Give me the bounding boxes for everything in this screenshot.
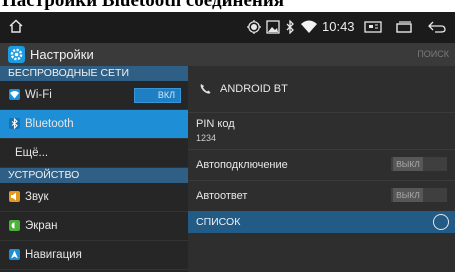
auto-connect-switch-label: ВЫКЛ — [393, 157, 423, 171]
auto-answer-switch[interactable]: ВЫКЛ — [391, 188, 447, 202]
device-list-label: СПИСОК — [196, 216, 241, 228]
section-header-device: УСТРОЙСТВО — [0, 168, 188, 183]
recent-apps-icon[interactable] — [395, 20, 413, 34]
sidebar-item-navigation[interactable]: Навигация — [0, 241, 188, 270]
sidebar-item-more[interactable]: Ещё... — [0, 139, 188, 168]
phone-icon — [200, 84, 211, 94]
sidebar-item-bluetooth[interactable]: Bluetooth — [0, 110, 188, 139]
sidebar-item-wifi[interactable]: Wi-Fi ВКЛ — [0, 81, 188, 110]
pin-value: 1234 — [196, 133, 217, 143]
wifi-toggle-label: ВКЛ — [157, 90, 175, 100]
bluetooth-icon — [9, 117, 20, 130]
sidebar-item-label: Ещё... — [15, 147, 49, 159]
device-name-row[interactable]: ANDROID BT — [188, 66, 455, 113]
wifi-icon — [9, 89, 20, 100]
sidebar-item-label: Звук — [25, 191, 49, 203]
page-caption: Настройки Bluetooth соединения — [0, 0, 455, 12]
section-header-label: УСТРОЙСТВО — [8, 169, 80, 181]
caption-text: Настройки Bluetooth соединения — [2, 0, 285, 11]
scan-spinner-icon[interactable] — [433, 214, 449, 230]
auto-answer-switch-label: ВЫКЛ — [393, 188, 423, 202]
title-bar: Настройки ПОИСК — [0, 43, 455, 66]
sound-icon — [9, 191, 20, 202]
device-name: ANDROID BT — [220, 83, 288, 95]
auto-connect-row[interactable]: Автоподключение ВЫКЛ — [188, 149, 455, 181]
sidebar-item-label: Экран — [25, 220, 58, 232]
device-list-header[interactable]: СПИСОК — [188, 211, 455, 233]
gallery-icon — [266, 20, 280, 34]
search-button[interactable]: ПОИСК — [417, 49, 449, 59]
status-bar: 10:43 — [0, 12, 455, 43]
pin-label: PIN код — [196, 118, 235, 130]
auto-connect-label: Автоподключение — [196, 159, 288, 171]
display-icon — [9, 220, 20, 231]
sidebar-item-label: Bluetooth — [25, 118, 74, 130]
settings-sidebar: БЕСПРОВОДНЫЕ СЕТИ Wi-Fi ВКЛ Bluetooth Ещ… — [0, 66, 188, 272]
sidebar-item-sound[interactable]: Звук — [0, 183, 188, 212]
wifi-toggle[interactable]: ВКЛ — [134, 88, 181, 103]
auto-answer-row[interactable]: Автоответ ВЫКЛ — [188, 180, 455, 211]
pin-row[interactable]: PIN код 1234 — [188, 112, 455, 150]
sidebar-item-label: Навигация — [25, 249, 82, 261]
status-time: 10:43 — [322, 19, 355, 34]
home-icon[interactable] — [8, 18, 24, 34]
sidebar-item-label: Wi-Fi — [25, 89, 52, 101]
page-title: Настройки — [30, 47, 94, 62]
navigation-icon — [9, 249, 20, 260]
location-icon — [247, 20, 261, 34]
back-icon[interactable] — [427, 20, 447, 34]
bluetooth-settings-panel: ANDROID BT PIN код 1234 Автоподключение … — [188, 66, 455, 272]
device-screen: 10:43 Настройки ПОИСК БЕСПРОВОДНЫЕ СЕТИ — [0, 12, 455, 272]
auto-answer-label: Автоответ — [196, 190, 248, 202]
section-header-wireless: БЕСПРОВОДНЫЕ СЕТИ — [0, 66, 188, 81]
section-header-label: БЕСПРОВОДНЫЕ СЕТИ — [8, 67, 130, 79]
settings-app-icon — [8, 46, 25, 63]
wifi-icon — [301, 20, 317, 33]
screenshot-icon[interactable] — [364, 20, 382, 34]
sidebar-item-display[interactable]: Экран — [0, 212, 188, 241]
bluetooth-icon — [286, 20, 294, 34]
auto-connect-switch[interactable]: ВЫКЛ — [391, 157, 447, 171]
